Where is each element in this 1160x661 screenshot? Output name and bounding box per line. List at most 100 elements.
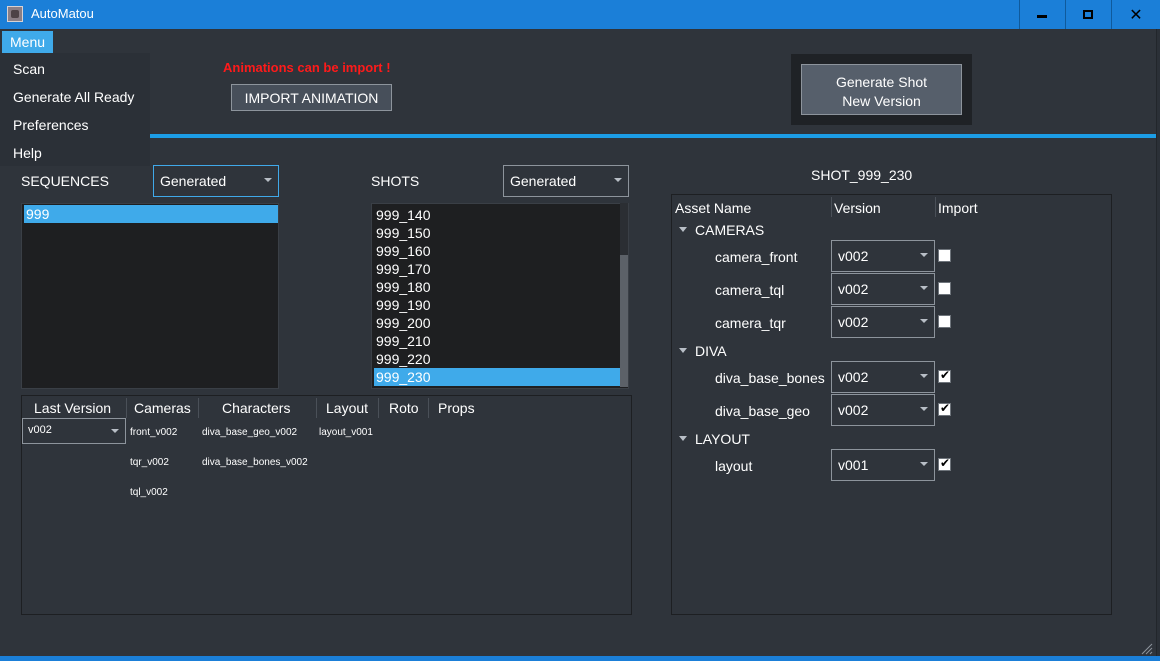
- header-import: Import: [938, 200, 978, 216]
- header-divider: [150, 134, 1160, 138]
- asset-version-dropdown[interactable]: v002: [831, 306, 935, 338]
- shots-list[interactable]: 999_140 999_150 999_160 999_170 999_180 …: [371, 203, 629, 389]
- close-icon: ✕: [1129, 5, 1143, 24]
- header-separator: [428, 398, 429, 418]
- sequences-filter-value: Generated: [160, 173, 227, 189]
- chevron-down-icon: [111, 429, 119, 433]
- minimize-icon: [1037, 14, 1047, 18]
- menu-item-scan[interactable]: Scan: [13, 61, 45, 77]
- asset-version-dropdown[interactable]: v002: [831, 240, 935, 272]
- import-checkbox[interactable]: [938, 282, 951, 295]
- shot-item[interactable]: 999_190: [374, 296, 621, 314]
- chevron-down-icon: [920, 319, 928, 323]
- tree-expand-icon[interactable]: [679, 348, 687, 353]
- asset-version-dropdown[interactable]: v002: [831, 273, 935, 305]
- header-separator: [316, 398, 317, 418]
- header-characters: Characters: [222, 400, 291, 416]
- menu-item-preferences[interactable]: Preferences: [13, 117, 88, 133]
- generate-shot-line2: New Version: [842, 93, 921, 109]
- sequences-label: SEQUENCES: [21, 173, 109, 189]
- generate-shot-line1: Generate Shot: [835, 74, 928, 90]
- close-button[interactable]: ✕: [1111, 0, 1160, 29]
- shots-filter-dropdown[interactable]: Generated: [503, 165, 629, 197]
- chevron-down-icon: [920, 407, 928, 411]
- group-layout: LAYOUT: [695, 431, 750, 447]
- asset-version-value: v002: [838, 314, 869, 330]
- asset-name: diva_base_geo: [715, 403, 810, 419]
- shots-filter-value: Generated: [510, 173, 577, 189]
- header-layout: Layout: [326, 400, 369, 416]
- tree-expand-icon[interactable]: [679, 436, 687, 441]
- header-separator: [126, 398, 127, 418]
- header-asset-name: Asset Name: [675, 200, 752, 216]
- group-diva: DIVA: [695, 343, 727, 359]
- shot-panel-title: SHOT_999_230: [811, 167, 913, 183]
- chevron-down-icon: [920, 286, 928, 290]
- shot-item[interactable]: 999_140: [374, 206, 621, 224]
- tree-expand-icon[interactable]: [679, 227, 687, 232]
- shot-item[interactable]: 999_150: [374, 224, 621, 242]
- header-roto: Roto: [389, 400, 419, 416]
- minimize-button[interactable]: [1019, 0, 1064, 29]
- asset-name: camera_front: [715, 249, 798, 265]
- maximize-button[interactable]: [1065, 0, 1110, 29]
- sequence-item[interactable]: 999: [24, 205, 278, 223]
- asset-name: camera_tqr: [715, 315, 786, 331]
- sequences-list[interactable]: 999: [21, 203, 279, 389]
- menu-item-generate-all-ready[interactable]: Generate All Ready: [13, 89, 134, 105]
- generate-shot-button[interactable]: Generate Shot New Version: [801, 64, 962, 115]
- asset-version-value: v001: [838, 457, 869, 473]
- shots-scrollbar[interactable]: [620, 203, 628, 387]
- shot-item[interactable]: 999_180: [374, 278, 621, 296]
- asset-name: diva_base_bones: [715, 370, 825, 386]
- shot-details-panel: Last Version Cameras Characters Layout R…: [21, 395, 632, 615]
- camera-cell: tql_v002: [130, 487, 168, 498]
- resize-grip-icon[interactable]: [1141, 643, 1153, 655]
- asset-version-value: v002: [838, 369, 869, 385]
- window-title: AutoMatou: [31, 6, 94, 21]
- header-cameras: Cameras: [134, 400, 191, 416]
- shot-item[interactable]: 999_170: [374, 260, 621, 278]
- asset-version-value: v002: [838, 402, 869, 418]
- shot-item[interactable]: 999_160: [374, 242, 621, 260]
- asset-version-value: v002: [838, 281, 869, 297]
- import-checkbox[interactable]: [938, 401, 951, 416]
- sequences-filter-dropdown[interactable]: Generated: [153, 165, 279, 197]
- app-icon: [7, 6, 23, 22]
- asset-name: layout: [715, 458, 753, 474]
- menu-button[interactable]: Menu: [2, 31, 53, 53]
- shot-assets-panel: Asset Name Version Import CAMERAS camera…: [671, 194, 1112, 615]
- header-props: Props: [438, 400, 475, 416]
- chevron-down-icon: [264, 178, 272, 182]
- window-border-right: [1156, 29, 1160, 661]
- shot-item-selected[interactable]: 999_230: [374, 368, 621, 386]
- shot-item[interactable]: 999_220: [374, 350, 621, 368]
- header-last-version: Last Version: [34, 400, 112, 416]
- asset-version-dropdown[interactable]: v001: [831, 449, 935, 481]
- title-bar: AutoMatou ✕: [0, 0, 1160, 29]
- menu-item-help[interactable]: Help: [13, 145, 42, 161]
- shot-item[interactable]: 999_200: [374, 314, 621, 332]
- shots-scroll-thumb[interactable]: [620, 255, 628, 387]
- chevron-down-icon: [920, 462, 928, 466]
- header-separator: [378, 398, 379, 418]
- menu-dropdown: Scan Generate All Ready Preferences Help: [0, 53, 150, 166]
- camera-cell: front_v002: [130, 427, 178, 438]
- shots-label: SHOTS: [371, 173, 420, 189]
- last-version-dropdown[interactable]: v002: [22, 418, 126, 444]
- import-animation-button[interactable]: IMPORT ANIMATION: [231, 84, 392, 111]
- maximize-icon: [1083, 10, 1093, 19]
- chevron-down-icon: [920, 374, 928, 378]
- chevron-down-icon: [614, 178, 622, 182]
- asset-version-dropdown[interactable]: v002: [831, 361, 935, 393]
- shot-item[interactable]: 999_210: [374, 332, 621, 350]
- asset-name: camera_tql: [715, 282, 785, 298]
- header-separator: [831, 197, 832, 217]
- window-border-bottom: [0, 656, 1160, 661]
- import-checkbox[interactable]: [938, 456, 951, 471]
- layout-cell: layout_v001: [319, 427, 373, 438]
- asset-version-dropdown[interactable]: v002: [831, 394, 935, 426]
- import-checkbox[interactable]: [938, 368, 951, 383]
- import-checkbox[interactable]: [938, 315, 951, 328]
- import-checkbox[interactable]: [938, 249, 951, 262]
